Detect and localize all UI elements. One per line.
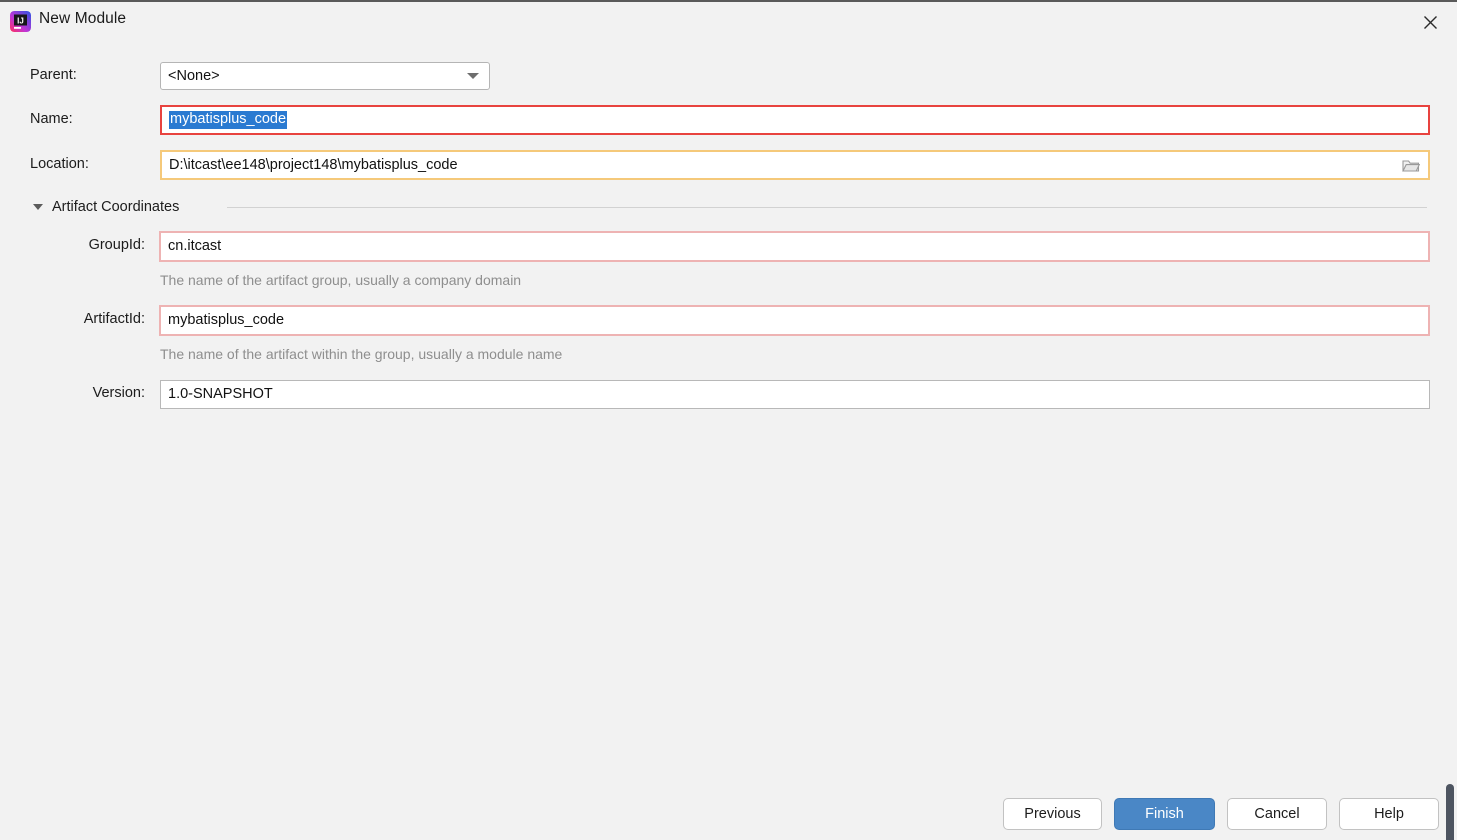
parent-combo[interactable]: <None>	[160, 62, 490, 90]
new-module-dialog: IJ New Module Parent: <None> Name: mybat…	[0, 0, 1457, 840]
folder-icon[interactable]	[1400, 155, 1422, 175]
window-title: New Module	[39, 10, 127, 27]
previous-button[interactable]: Previous	[1003, 798, 1102, 830]
groupid-label: GroupId:	[88, 237, 145, 253]
artifactid-value: mybatisplus_code	[168, 312, 285, 329]
name-input[interactable]: mybatisplus_code	[160, 105, 1430, 135]
artifactid-label: ArtifactId:	[83, 311, 145, 327]
groupid-value: cn.itcast	[168, 238, 222, 255]
location-label: Location:	[30, 156, 89, 172]
vertical-scrollbar-thumb[interactable]	[1446, 784, 1454, 840]
parent-value: <None>	[168, 68, 220, 84]
finish-button[interactable]: Finish	[1114, 798, 1215, 830]
help-button[interactable]: Help	[1339, 798, 1439, 830]
chevron-down-icon[interactable]	[467, 73, 479, 79]
name-value: mybatisplus_code	[169, 111, 288, 129]
parent-label: Parent:	[30, 67, 77, 83]
version-input[interactable]: 1.0-SNAPSHOT	[160, 380, 1430, 409]
artifact-coordinates-title: Artifact Coordinates	[52, 199, 180, 215]
artifact-coordinates-section-header[interactable]: Artifact Coordinates	[33, 197, 179, 217]
location-input[interactable]: D:\itcast\ee148\project148\mybatisplus_c…	[160, 150, 1430, 180]
title-bar: IJ New Module	[0, 2, 1457, 42]
close-icon[interactable]	[1411, 7, 1449, 37]
svg-text:IJ: IJ	[17, 16, 24, 25]
triangle-down-icon[interactable]	[33, 204, 43, 210]
groupid-hint: The name of the artifact group, usually …	[160, 272, 522, 288]
name-label: Name:	[30, 111, 73, 127]
version-label: Version:	[92, 385, 145, 401]
section-divider	[227, 207, 1427, 208]
cancel-button[interactable]: Cancel	[1227, 798, 1327, 830]
intellij-idea-icon: IJ	[10, 11, 31, 32]
version-value: 1.0-SNAPSHOT	[168, 386, 273, 403]
location-value: D:\itcast\ee148\project148\mybatisplus_c…	[169, 156, 458, 173]
artifactid-hint: The name of the artifact within the grou…	[160, 346, 563, 362]
vertical-scrollbar-track[interactable]	[1444, 42, 1457, 840]
artifactid-input[interactable]: mybatisplus_code	[159, 305, 1430, 336]
groupid-input[interactable]: cn.itcast	[159, 231, 1430, 262]
